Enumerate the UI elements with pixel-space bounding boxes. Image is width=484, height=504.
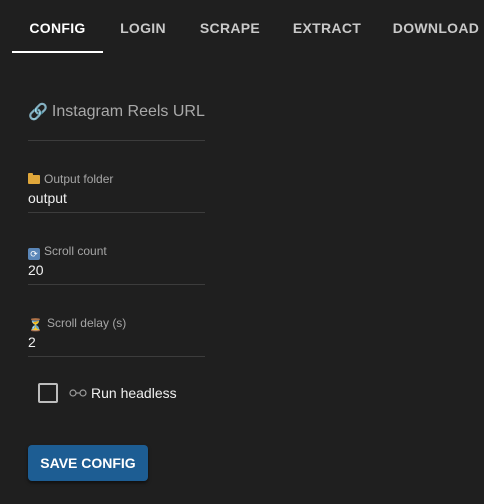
output-folder-label: Output folder <box>28 172 113 186</box>
run-headless-label: Run headless <box>69 385 177 401</box>
folder-icon <box>28 173 40 184</box>
scroll-count-label-text: Scroll count <box>44 244 107 258</box>
hourglass-icon: ⏳ <box>28 318 43 332</box>
tab-scrape[interactable]: SCRAPE <box>190 0 270 54</box>
output-folder-label-text: Output folder <box>44 172 114 186</box>
scroll-count-label: ⟳ Scroll count <box>28 244 107 260</box>
app-window: CONFIG LOGIN SCRAPE EXTRACT DOWNLOAD 🔗 In… <box>0 0 484 504</box>
save-config-button[interactable]: SAVE CONFIG <box>28 445 148 481</box>
run-headless-option[interactable]: Run headless <box>38 382 238 404</box>
tab-extract[interactable]: EXTRACT <box>286 0 368 54</box>
run-headless-checkbox[interactable] <box>38 383 58 403</box>
tab-config[interactable]: CONFIG <box>12 0 103 54</box>
scroll-delay-value[interactable]: 2 <box>28 334 36 350</box>
link-icon: 🔗 <box>28 104 48 121</box>
scroll-delay-label: ⏳ Scroll delay (s) <box>28 316 126 332</box>
scroll-count-field[interactable]: ⟳ Scroll count 20 <box>28 224 205 285</box>
tab-download[interactable]: DOWNLOAD <box>392 0 480 54</box>
output-folder-field[interactable]: Output folder output <box>28 152 205 213</box>
run-headless-label-text: Run headless <box>91 385 177 401</box>
tab-bar: CONFIG LOGIN SCRAPE EXTRACT DOWNLOAD <box>0 0 484 54</box>
active-tab-indicator <box>12 51 103 53</box>
reels-url-input[interactable]: 🔗 Instagram Reels URL <box>28 90 205 141</box>
scroll-delay-field[interactable]: ⏳ Scroll delay (s) 2 <box>28 296 205 357</box>
scroll-delay-label-text: Scroll delay (s) <box>46 316 127 330</box>
refresh-icon: ⟳ <box>28 248 40 260</box>
output-folder-value[interactable]: output <box>28 190 67 206</box>
reels-url-placeholder: 🔗 Instagram Reels URL <box>28 102 205 122</box>
reels-url-placeholder-text: Instagram Reels URL <box>51 103 205 120</box>
glasses-icon <box>69 389 87 397</box>
scroll-count-value[interactable]: 20 <box>28 262 44 278</box>
tab-login[interactable]: LOGIN <box>110 0 176 54</box>
